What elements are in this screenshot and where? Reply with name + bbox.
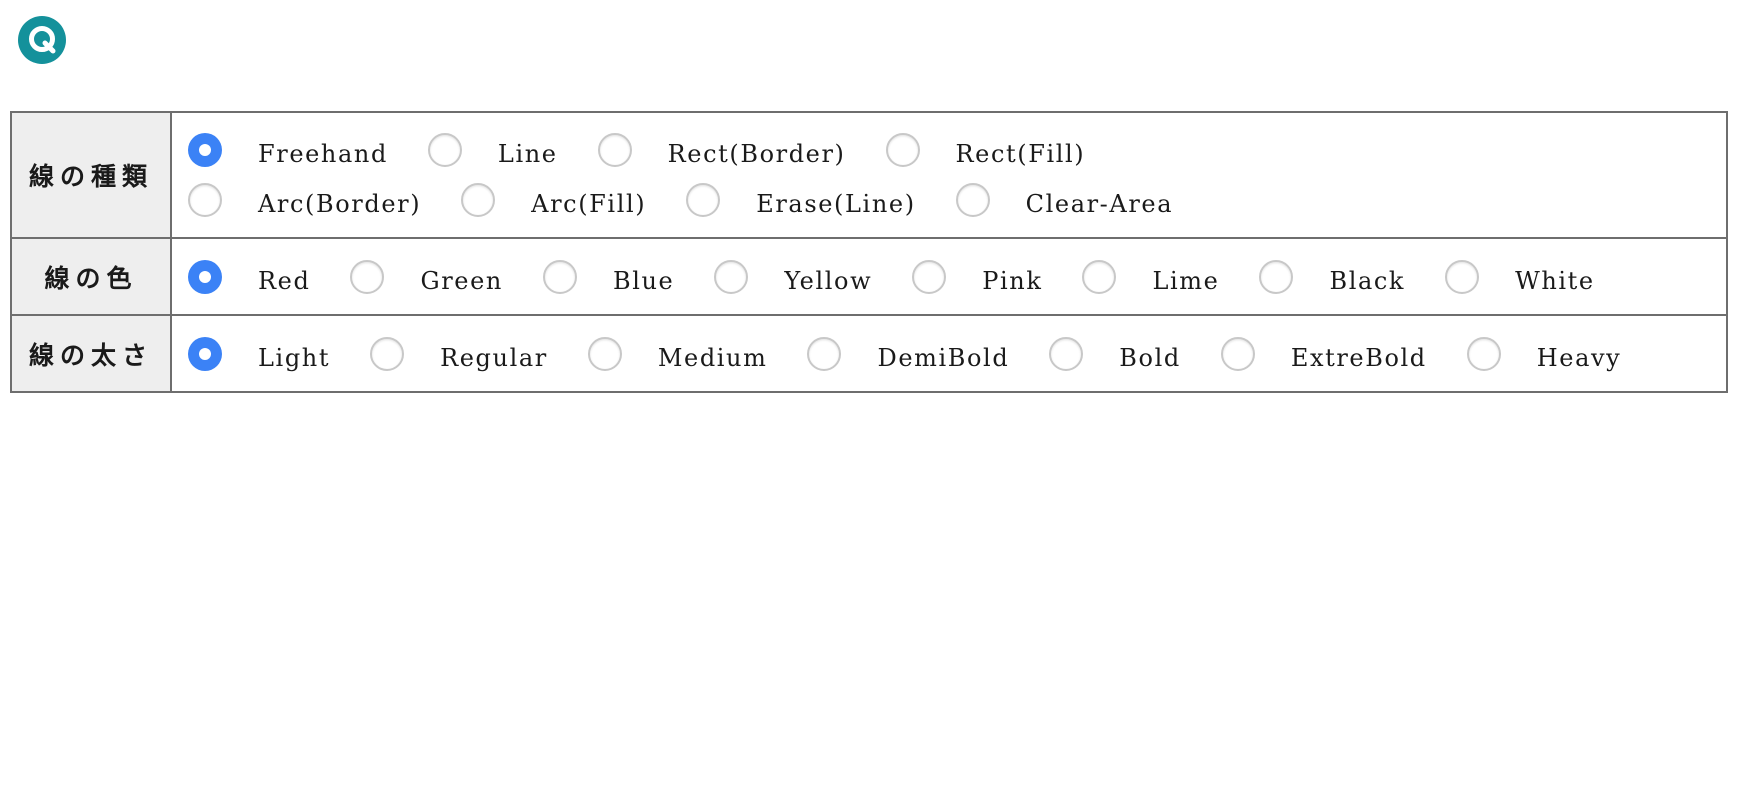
line-color-options-row: Red Green Blue Yellow Pink Lime Black Wh… <box>188 252 1726 302</box>
radio-line-type-erase-line[interactable]: Erase(Line) <box>686 183 916 218</box>
option-label: Blue <box>612 266 675 295</box>
line-type-options: Freehand Line Rect(Border) Rect(Fill) Ar… <box>170 111 1728 239</box>
radio-line-type-arc-fill[interactable]: Arc(Fill) <box>461 183 647 218</box>
option-label: Green <box>420 266 503 295</box>
radio-button[interactable] <box>427 133 462 167</box>
radio-color-pink[interactable]: Pink <box>912 259 1043 295</box>
line-type-row: 線の種類 Freehand Line Rect(Border) Rect(Fil… <box>10 111 1728 239</box>
option-label: Medium <box>657 343 768 372</box>
option-label: Black <box>1329 266 1406 295</box>
radio-width-heavy[interactable]: Heavy <box>1466 336 1622 372</box>
line-width-options-row: Light Regular Medium DemiBold Bold Extre… <box>188 329 1726 379</box>
radio-button-selected[interactable] <box>188 259 222 294</box>
option-label: Lime <box>1152 266 1220 295</box>
radio-button[interactable] <box>1220 336 1255 371</box>
radio-button[interactable] <box>597 133 632 167</box>
option-label: Red <box>258 266 311 295</box>
option-label: Heavy <box>1536 343 1622 372</box>
radio-width-light[interactable]: Light <box>188 336 331 372</box>
line-width-options: Light Regular Medium DemiBold Bold Extre… <box>170 314 1728 393</box>
option-label: Light <box>258 343 331 372</box>
radio-width-extrebold[interactable]: ExtreBold <box>1220 336 1427 372</box>
option-label: ExtreBold <box>1290 343 1427 372</box>
option-label: DemiBold <box>877 343 1010 372</box>
radio-line-type-rect-border[interactable]: Rect(Border) <box>597 133 846 168</box>
option-label: Erase(Line) <box>756 190 916 218</box>
radio-button[interactable] <box>686 183 721 217</box>
radio-color-blue[interactable]: Blue <box>542 259 675 295</box>
radio-color-yellow[interactable]: Yellow <box>714 259 873 295</box>
line-width-label: 線の太さ <box>10 314 172 393</box>
radio-line-type-rect-fill[interactable]: Rect(Fill) <box>885 133 1086 168</box>
radio-color-white[interactable]: White <box>1445 259 1595 295</box>
line-color-row: 線の色 Red Green Blue Yellow Pink Lime Blac… <box>10 237 1728 316</box>
line-type-label: 線の種類 <box>10 111 172 239</box>
radio-button[interactable] <box>955 183 990 217</box>
radio-line-type-clear-area[interactable]: Clear-Area <box>955 183 1174 218</box>
logo-q-icon <box>18 16 66 64</box>
option-label: White <box>1515 266 1595 295</box>
option-label: Freehand <box>258 140 388 168</box>
radio-button-selected[interactable] <box>188 336 222 371</box>
option-label: Line <box>497 140 558 168</box>
option-label: Rect(Fill) <box>955 140 1086 168</box>
q-icon <box>29 26 56 54</box>
line-color-label: 線の色 <box>10 237 172 316</box>
radio-button[interactable] <box>807 336 842 371</box>
radio-line-type-line[interactable]: Line <box>427 133 558 168</box>
radio-button[interactable] <box>461 183 496 217</box>
radio-button[interactable] <box>350 259 385 294</box>
radio-button[interactable] <box>1049 336 1084 371</box>
radio-button[interactable] <box>1466 336 1501 371</box>
line-type-options-row-2: Arc(Border) Arc(Fill) Erase(Line) Clear-… <box>188 175 1726 225</box>
radio-button-selected[interactable] <box>188 133 222 167</box>
radio-button[interactable] <box>1082 259 1117 294</box>
radio-width-bold[interactable]: Bold <box>1049 336 1181 372</box>
radio-button[interactable] <box>542 259 577 294</box>
line-type-options-row-1: Freehand Line Rect(Border) Rect(Fill) <box>188 125 1726 175</box>
radio-button[interactable] <box>1445 259 1480 294</box>
radio-button[interactable] <box>188 183 222 217</box>
radio-button[interactable] <box>714 259 749 294</box>
radio-width-medium[interactable]: Medium <box>587 336 768 372</box>
option-label: Yellow <box>784 266 873 295</box>
radio-button[interactable] <box>587 336 622 371</box>
option-label: Bold <box>1119 343 1181 372</box>
option-label: Arc(Fill) <box>531 190 647 218</box>
radio-line-type-freehand[interactable]: Freehand <box>188 133 388 168</box>
radio-color-black[interactable]: Black <box>1259 259 1406 295</box>
radio-color-red[interactable]: Red <box>188 259 311 295</box>
radio-color-green[interactable]: Green <box>350 259 503 295</box>
radio-width-demibold[interactable]: DemiBold <box>807 336 1010 372</box>
option-label: Pink <box>982 266 1043 295</box>
option-label: Rect(Border) <box>667 140 846 168</box>
radio-button[interactable] <box>370 336 405 371</box>
radio-button[interactable] <box>912 259 947 294</box>
radio-color-lime[interactable]: Lime <box>1082 259 1220 295</box>
radio-width-regular[interactable]: Regular <box>370 336 548 372</box>
drawing-settings-table: 線の種類 Freehand Line Rect(Border) Rect(Fil… <box>10 111 1728 393</box>
radio-button[interactable] <box>885 133 920 167</box>
radio-line-type-arc-border[interactable]: Arc(Border) <box>188 183 422 218</box>
option-label: Clear-Area <box>1025 190 1174 218</box>
radio-button[interactable] <box>1259 259 1294 294</box>
line-width-row: 線の太さ Light Regular Medium DemiBold Bold … <box>10 314 1728 393</box>
option-label: Arc(Border) <box>258 190 422 218</box>
line-color-options: Red Green Blue Yellow Pink Lime Black Wh… <box>170 237 1728 316</box>
option-label: Regular <box>440 343 548 372</box>
